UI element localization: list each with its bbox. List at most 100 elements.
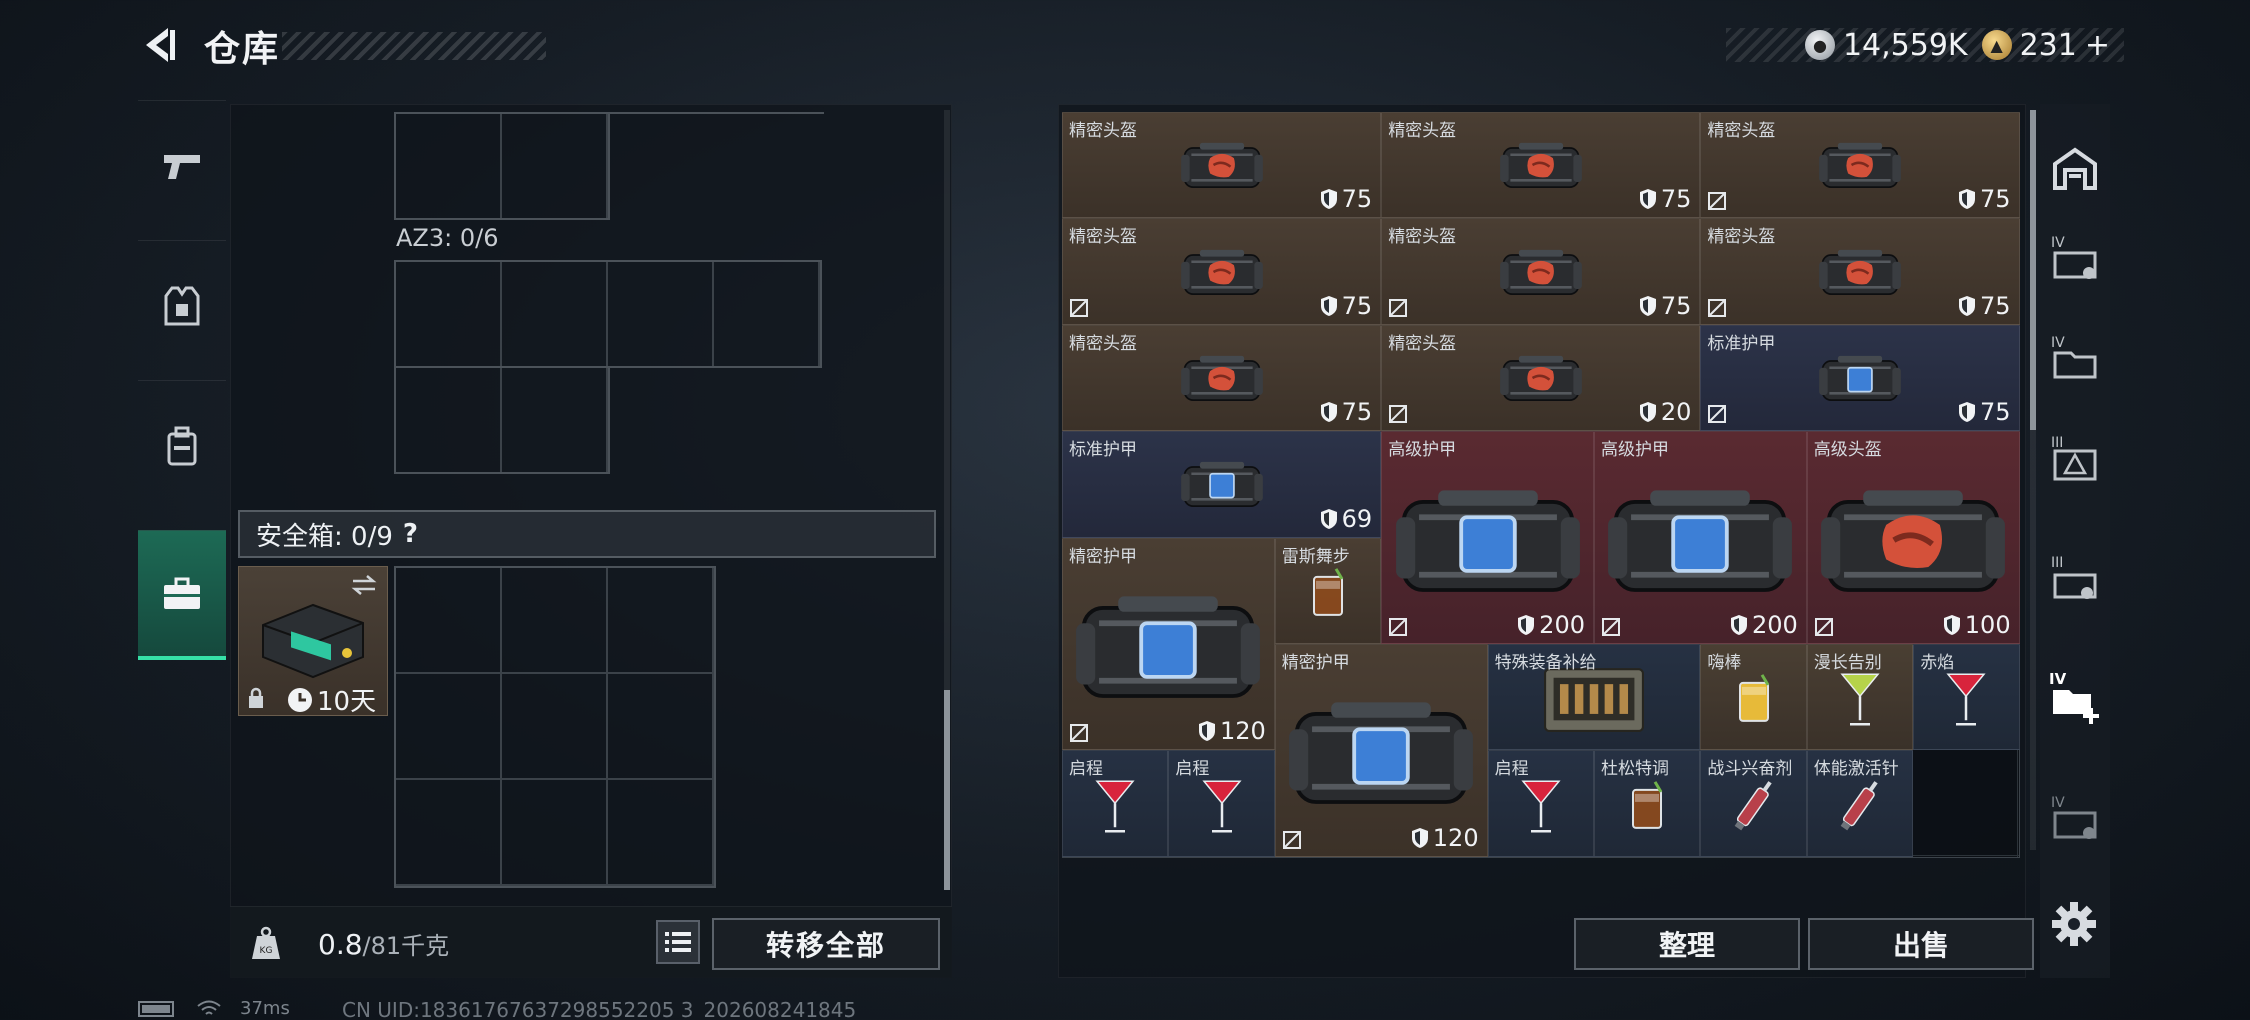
storage-folder-icon: IV: [2051, 335, 2097, 379]
gold-add-button[interactable]: +: [2085, 28, 2110, 63]
inventory-item[interactable]: 特殊装备补给: [1487, 644, 1701, 751]
gear-bag-icon: [1819, 249, 1901, 295]
item-name: 高级护甲: [1388, 440, 1457, 461]
item-name: 标准护甲: [1069, 440, 1137, 461]
tab-storage-iv-b[interactable]: IV: [2040, 310, 2110, 406]
back-arrow-icon: [146, 28, 175, 62]
gear-bag-icon: [1821, 490, 2006, 592]
tab-backpack[interactable]: [138, 380, 226, 510]
tab-weapons[interactable]: [138, 100, 226, 230]
durability-value: 75: [1341, 291, 1373, 320]
inventory-item[interactable]: 杜松特调: [1594, 750, 1701, 857]
inventory-item[interactable]: 精密头盔 75: [1381, 112, 1701, 219]
safebox-grid[interactable]: [394, 566, 716, 888]
warehouse-scroll-thumb[interactable]: [2030, 110, 2036, 430]
cocktail-glass-icon: [1095, 780, 1135, 833]
tab-storage-add[interactable]: IV: [2040, 650, 2110, 746]
safebox-item[interactable]: 10天: [238, 566, 388, 718]
syringe-icon: [1840, 780, 1878, 831]
gold-amount: 231: [2019, 27, 2077, 63]
container-grid-top[interactable]: [394, 112, 610, 220]
inventory-item[interactable]: 高级头盔 100: [1806, 431, 2020, 644]
durability-value: 200: [1539, 610, 1585, 639]
az3-grid-row2[interactable]: [394, 366, 610, 474]
safebox-timer: 10天: [287, 681, 376, 718]
clock-icon: [288, 687, 312, 712]
tab-safebox[interactable]: [138, 530, 226, 660]
item-art: [1306, 565, 1350, 623]
sell-button[interactable]: 出售: [1808, 918, 2034, 970]
inventory-item[interactable]: 体能激活针: [1806, 750, 1914, 857]
inventory-item[interactable]: 精密护甲 120: [1062, 537, 1275, 751]
item-art: [1498, 140, 1583, 197]
status-bar: 37ms: [138, 998, 290, 1019]
durability-shield-icon: [1943, 614, 1960, 635]
tab-all-storage[interactable]: [2040, 120, 2110, 216]
tab-storage-iv-a[interactable]: IV: [2040, 210, 2110, 306]
gold-currency[interactable]: ▲ 231 +: [1981, 27, 2110, 63]
gear-bag-icon: [1076, 596, 1261, 698]
inventory-item[interactable]: 精密护甲 120: [1274, 644, 1488, 857]
inventory-item[interactable]: 标准护甲 69: [1062, 431, 1382, 538]
list-view-button[interactable]: [656, 920, 700, 964]
inventory-item[interactable]: 高级护甲 200: [1594, 431, 1807, 644]
inventory-item[interactable]: 战斗兴奋剂: [1700, 750, 1807, 857]
inventory-item[interactable]: 标准护甲 75: [1700, 324, 2020, 432]
inventory-item[interactable]: 精密头盔 75: [1062, 218, 1382, 325]
item-name: 嗨棒: [1707, 653, 1742, 673]
tab-storage-iv-c[interactable]: IV: [2040, 770, 2110, 866]
item-durability: 75: [1320, 291, 1373, 320]
inventory-item[interactable]: 启程: [1168, 750, 1275, 857]
inventory-item[interactable]: 启程: [1062, 750, 1169, 857]
item-name: 精密头盔: [1069, 121, 1137, 141]
item-name: 启程: [1175, 759, 1210, 780]
tab-storage-iii-a[interactable]: III: [2040, 410, 2110, 506]
swap-icon[interactable]: [349, 573, 379, 597]
item-art: [1179, 140, 1264, 197]
item-durability: 75: [1639, 292, 1691, 320]
durability-shield-icon: [1959, 189, 1976, 210]
safebox-help-button[interactable]: ?: [403, 519, 418, 549]
inventory-item[interactable]: 精密头盔 75: [1062, 112, 1382, 219]
container-scroll-thumb[interactable]: [944, 690, 950, 890]
back-button[interactable]: [138, 24, 180, 66]
currency-bar: ● 14,559K ▲ 231 +: [1726, 27, 2124, 63]
inventory-item[interactable]: 高级护甲 200: [1381, 431, 1594, 644]
item-art: [1392, 482, 1584, 605]
durability-shield-icon: [1959, 295, 1976, 316]
transfer-all-button[interactable]: 转移全部: [712, 918, 940, 970]
tab-storage-iii-b[interactable]: III: [2040, 530, 2110, 626]
safebox-header: 安全箱: 0/9 ?: [238, 510, 936, 558]
item-durability: 69: [1320, 504, 1373, 533]
inventory-item[interactable]: 赤焰: [1913, 644, 2020, 751]
az3-grid-row1[interactable]: [394, 260, 822, 368]
durability-value: 69: [1341, 504, 1373, 533]
sort-button[interactable]: 整理: [1574, 918, 1800, 970]
inventory-item[interactable]: 精密头盔 20: [1381, 324, 1701, 432]
safebox-device-icon: [262, 603, 364, 679]
unbound-icon: [1708, 192, 1727, 211]
unbound-icon: [1389, 405, 1408, 424]
gear-bag-icon: [1180, 462, 1263, 508]
inventory-item[interactable]: 漫长告别: [1806, 644, 1914, 751]
weight-capacity: /81千克: [362, 932, 450, 960]
item-durability: 75: [1958, 398, 2011, 426]
durability-value: 200: [1751, 610, 1798, 639]
inventory-item[interactable]: 精密头盔 75: [1381, 218, 1701, 325]
inventory-item[interactable]: 雷斯舞步: [1274, 537, 1382, 644]
inventory-item[interactable]: 精密头盔 75: [1700, 112, 2020, 219]
pistol-icon: [164, 154, 200, 179]
inventory-item[interactable]: 嗨棒: [1700, 644, 1807, 751]
item-art: [1817, 246, 1902, 303]
inventory-item[interactable]: 精密头盔 75: [1062, 324, 1382, 432]
durability-shield-icon: [1320, 402, 1337, 423]
silver-coin-icon: ●: [1804, 30, 1835, 60]
item-art: [1625, 777, 1669, 835]
item-art: [1838, 668, 1882, 732]
inventory-item[interactable]: 启程: [1487, 750, 1594, 857]
tab-armor[interactable]: [138, 240, 226, 370]
item-name: 高级护甲: [1601, 440, 1669, 461]
inventory-item[interactable]: 精密头盔 75: [1700, 218, 2020, 325]
item-art: [1724, 775, 1784, 839]
settings-button[interactable]: [2050, 900, 2098, 948]
